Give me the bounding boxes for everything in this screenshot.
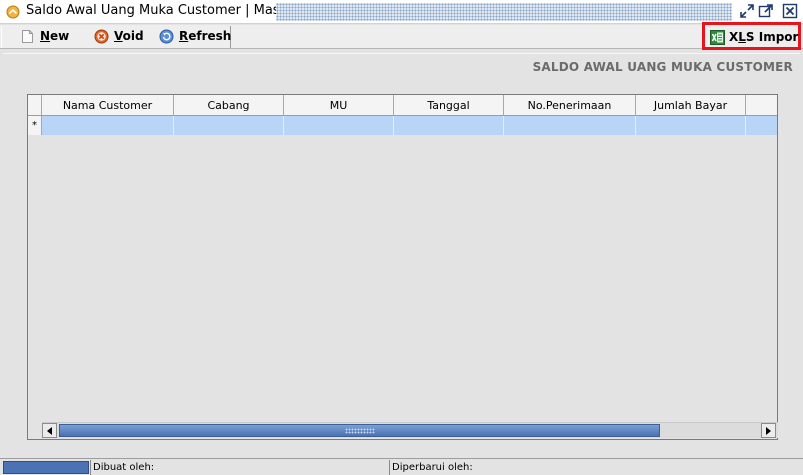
window-title: Saldo Awal Uang Muka Customer | Master — [26, 3, 299, 18]
xls-label-rest: S Impor — [745, 30, 799, 44]
new-button-mnemonic: N — [40, 29, 51, 43]
restore-window-icon[interactable] — [739, 3, 755, 19]
new-document-icon — [20, 29, 35, 44]
column-header-tanggal[interactable]: Tanggal — [394, 95, 504, 115]
xls-label-prefix: X — [729, 30, 739, 44]
row-header-corner — [28, 95, 42, 115]
maximize-window-icon[interactable] — [758, 3, 774, 19]
cell-no-penerimaan[interactable] — [504, 116, 636, 135]
grid-header-row: Nama Customer Cabang MU Tanggal No.Pener… — [28, 95, 777, 116]
updated-by-label: Diperbarui oleh: — [389, 460, 803, 475]
cell-cabang[interactable] — [174, 116, 284, 135]
void-button-mnemonic: V — [114, 29, 123, 43]
toolbar: New Void Refresh — [0, 25, 803, 49]
void-button-label: oid — [122, 29, 144, 43]
column-header-nama-customer[interactable]: Nama Customer — [42, 95, 174, 115]
table-row[interactable]: * — [28, 116, 777, 135]
cell-nama-customer[interactable] — [42, 116, 174, 135]
refresh-button-label: efresh — [188, 29, 232, 43]
close-window-icon[interactable] — [782, 3, 798, 19]
arrow-right-icon — [766, 426, 771, 435]
void-button[interactable]: Void — [94, 27, 144, 45]
excel-icon — [710, 29, 725, 45]
arrow-left-icon — [47, 426, 52, 435]
created-by-label: Dibuat oleh: — [90, 460, 388, 475]
scroll-grip-icon — [345, 428, 375, 434]
cell-jumlah-bayar[interactable] — [636, 116, 746, 135]
scroll-right-button[interactable] — [761, 423, 776, 438]
new-button-label: ew — [50, 29, 70, 43]
scroll-thumb[interactable] — [59, 424, 660, 437]
refresh-button-mnemonic: R — [179, 29, 189, 43]
horizontal-scrollbar[interactable] — [42, 422, 778, 438]
cell-tanggal[interactable] — [394, 116, 504, 135]
scroll-left-button[interactable] — [42, 423, 57, 438]
new-button[interactable]: New — [20, 27, 69, 45]
data-grid[interactable]: Nama Customer Cabang MU Tanggal No.Pener… — [27, 94, 778, 440]
title-bar-pattern — [276, 3, 732, 21]
status-indicator — [3, 461, 89, 474]
xls-label-mnemonic: L — [738, 30, 746, 44]
refresh-button[interactable]: Refresh — [159, 27, 231, 45]
column-header-no-penerimaan[interactable]: No.Penerimaan — [504, 95, 636, 115]
app-icon — [6, 5, 20, 19]
column-header-mu[interactable]: MU — [284, 95, 394, 115]
column-header-jumlah-bayar[interactable]: Jumlah Bayar — [636, 95, 746, 115]
column-header-cabang[interactable]: Cabang — [174, 95, 284, 115]
new-row-marker: * — [28, 116, 42, 135]
cell-mu[interactable] — [284, 116, 394, 135]
section-title: SALDO AWAL UANG MUKA CUSTOMER — [532, 60, 793, 74]
title-bar: Saldo Awal Uang Muka Customer | Master — [0, 0, 803, 24]
refresh-icon — [159, 29, 174, 44]
status-bar: Dibuat oleh: Diperbarui oleh: — [0, 458, 803, 475]
column-header-filler — [746, 95, 777, 115]
xls-import-button[interactable]: XLS Impor — [710, 28, 798, 46]
void-icon — [94, 29, 109, 44]
